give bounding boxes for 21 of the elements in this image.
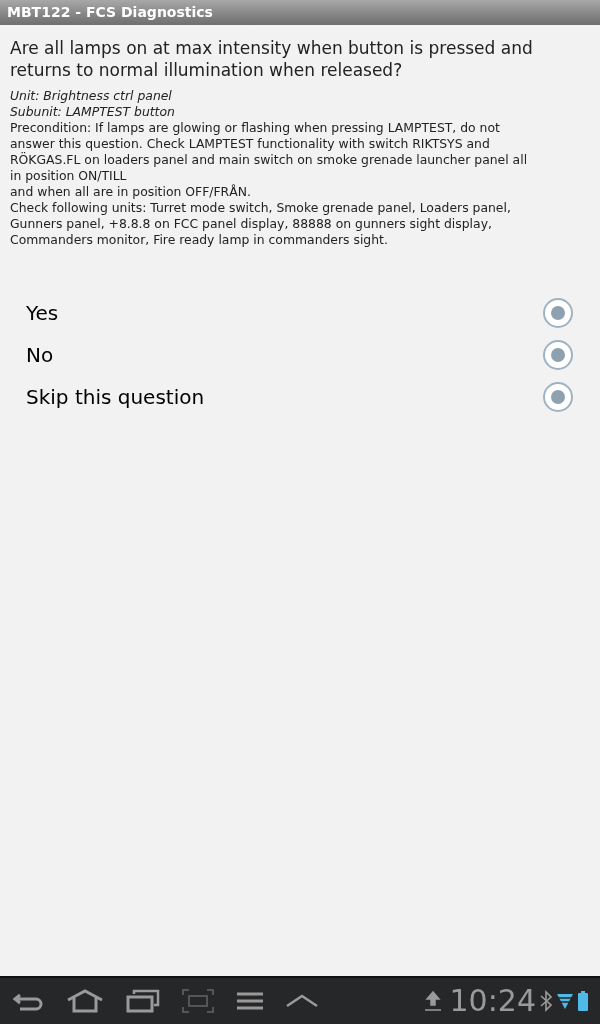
wifi-icon (556, 992, 574, 1010)
option-label[interactable]: No (26, 340, 54, 370)
radio-button[interactable] (543, 382, 573, 412)
recent-apps-icon[interactable] (126, 989, 160, 1013)
detail-text: and when all are in position OFF/FRÅN. (10, 184, 252, 200)
window-title: MBT122 - FCS Diagnostics (7, 3, 213, 22)
chevron-up-icon[interactable] (286, 994, 318, 1008)
bluetooth-icon (540, 990, 552, 1012)
clock-time: 10:24 (449, 986, 536, 1016)
option-label[interactable]: Skip this question (26, 382, 205, 412)
radio-button[interactable] (543, 298, 573, 328)
question-text: Are all lamps on at max intensity when button is pressed and returns to normal illumination when released? (10, 37, 534, 81)
option-label[interactable]: Yes (26, 298, 59, 328)
upload-icon (423, 990, 442, 1012)
home-icon[interactable] (66, 989, 104, 1013)
detail-label: Unit: Brightness ctrl panel (10, 88, 173, 104)
detail-label: Subunit: LAMPTEST button (10, 104, 176, 120)
menu-icon[interactable] (236, 992, 264, 1010)
radio-button[interactable] (543, 340, 573, 370)
detail-text: Check following units: Turret mode switch, Smoke grenade panel, Loaders panel, Gunners panel, +8.8.8 on FCC panel display, 88888 on gunners sight display, Commanders monitor, Fire ready lamp in commanders sight. (10, 200, 512, 248)
battery-icon (578, 991, 588, 1011)
